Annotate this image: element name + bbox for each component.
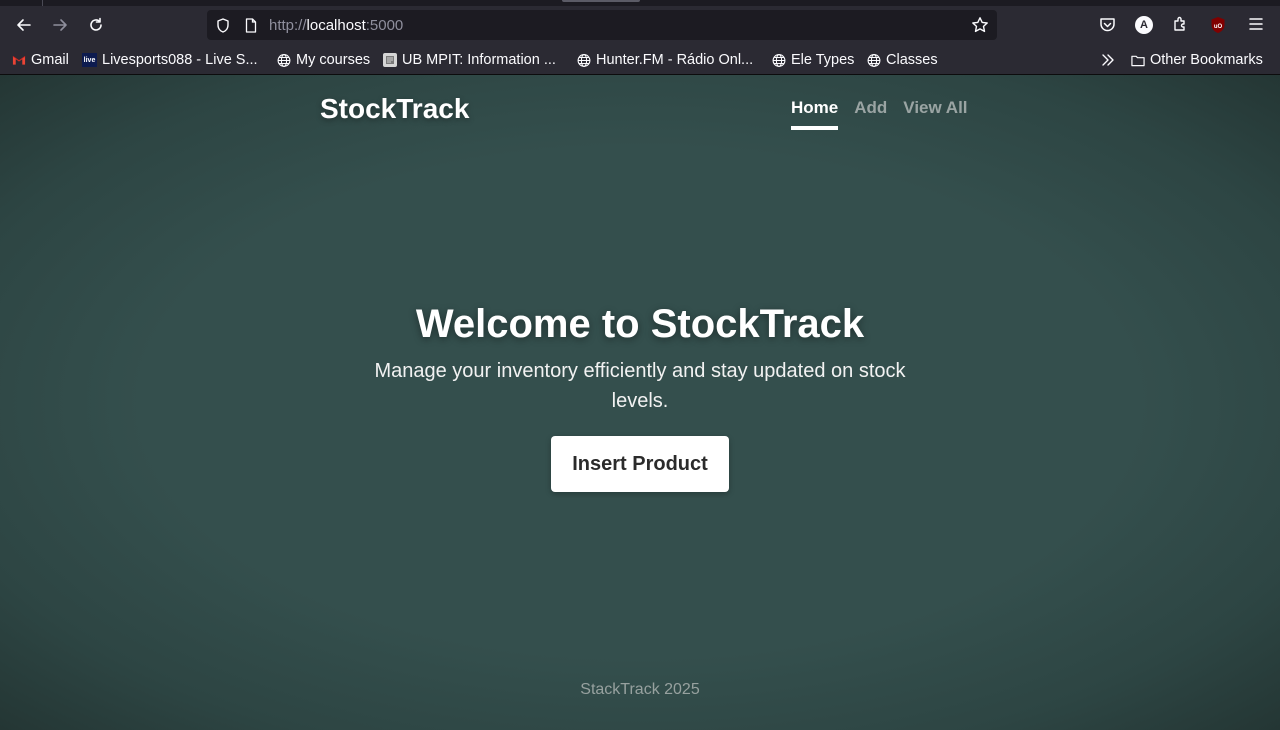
arrow-right-icon (53, 19, 67, 31)
site-footer: StackTrack 2025 (580, 681, 700, 698)
insert-product-button[interactable]: Insert Product (551, 436, 729, 492)
ublock-icon[interactable]: uO (1210, 16, 1226, 34)
bookmark-classes[interactable]: Classes (867, 51, 938, 69)
reload-button[interactable] (82, 11, 110, 39)
bookmark-label: Gmail (31, 52, 69, 68)
url-text[interactable]: http://localhost:5000 (269, 17, 403, 34)
gmail-icon (12, 53, 26, 67)
bookmarks-overflow-button[interactable] (1101, 51, 1115, 69)
back-button[interactable] (10, 11, 38, 39)
profile-avatar[interactable]: A (1135, 16, 1153, 34)
nav-view-all[interactable]: View All (903, 98, 967, 130)
url-scheme: http:// (269, 17, 307, 34)
bookmarks-toolbar: Gmail live Livesports088 - Live S... My … (0, 44, 1280, 75)
hero-section: Welcome to StockTrack Manage your invent… (340, 300, 940, 492)
bookmark-ele-types[interactable]: Ele Types (772, 51, 854, 69)
svg-text:uO: uO (1214, 24, 1223, 30)
bookmark-gmail[interactable]: Gmail (12, 51, 69, 69)
nav-add[interactable]: Add (854, 98, 887, 130)
site-nav: Home Add View All (791, 98, 968, 130)
livesports-icon: live (82, 53, 97, 67)
bookmark-label: Ele Types (791, 52, 855, 68)
pocket-icon[interactable] (1099, 17, 1116, 38)
forward-button[interactable] (46, 11, 74, 39)
hero-subtitle: Manage your inventory efficiently and st… (374, 360, 906, 412)
bookmark-my-courses[interactable]: My courses (277, 51, 370, 69)
url-host: localhost (306, 17, 366, 34)
globe-icon (577, 53, 591, 67)
bookmark-label: UB MPIT: Information ... (402, 52, 556, 68)
folder-icon (1131, 53, 1145, 67)
arrow-left-icon (17, 19, 31, 31)
bookmark-star-icon[interactable] (971, 16, 989, 39)
shield-icon[interactable] (216, 18, 230, 38)
web-page: StockTrack Home Add View All Welcome to … (0, 75, 1280, 730)
reload-icon (90, 17, 102, 31)
hero-title: Welcome to StockTrack (415, 302, 865, 346)
bookmark-label: My courses (296, 52, 371, 68)
extensions-icon[interactable] (1172, 16, 1189, 38)
active-tab[interactable] (562, 0, 640, 2)
globe-icon (867, 53, 881, 67)
bookmark-label: Hunter.FM - Rádio Onl... (596, 52, 754, 68)
bookmark-label: Livesports088 - Live S... (102, 52, 258, 68)
doc-icon (383, 53, 397, 67)
site-logo[interactable]: StockTrack (320, 93, 469, 125)
page-info-icon[interactable] (245, 18, 257, 38)
browser-toolbar: http://localhost:5000 A uO (0, 6, 1280, 44)
globe-icon (772, 53, 786, 67)
menu-icon[interactable] (1248, 17, 1264, 36)
other-bookmarks[interactable]: Other Bookmarks (1131, 51, 1263, 69)
other-bookmarks-label: Other Bookmarks (1150, 52, 1263, 68)
globe-icon (277, 53, 291, 67)
bookmark-livesports[interactable]: live Livesports088 - Live S... (82, 51, 258, 69)
bookmark-label: Classes (886, 52, 938, 68)
url-port: :5000 (365, 17, 404, 34)
chevron-double-right-icon (1101, 53, 1115, 67)
bookmark-ub-mpit[interactable]: UB MPIT: Information ... (383, 51, 556, 69)
url-bar[interactable]: http://localhost:5000 (207, 10, 997, 40)
bookmark-hunter-fm[interactable]: Hunter.FM - Rádio Onl... (577, 51, 753, 69)
nav-home[interactable]: Home (791, 98, 839, 130)
